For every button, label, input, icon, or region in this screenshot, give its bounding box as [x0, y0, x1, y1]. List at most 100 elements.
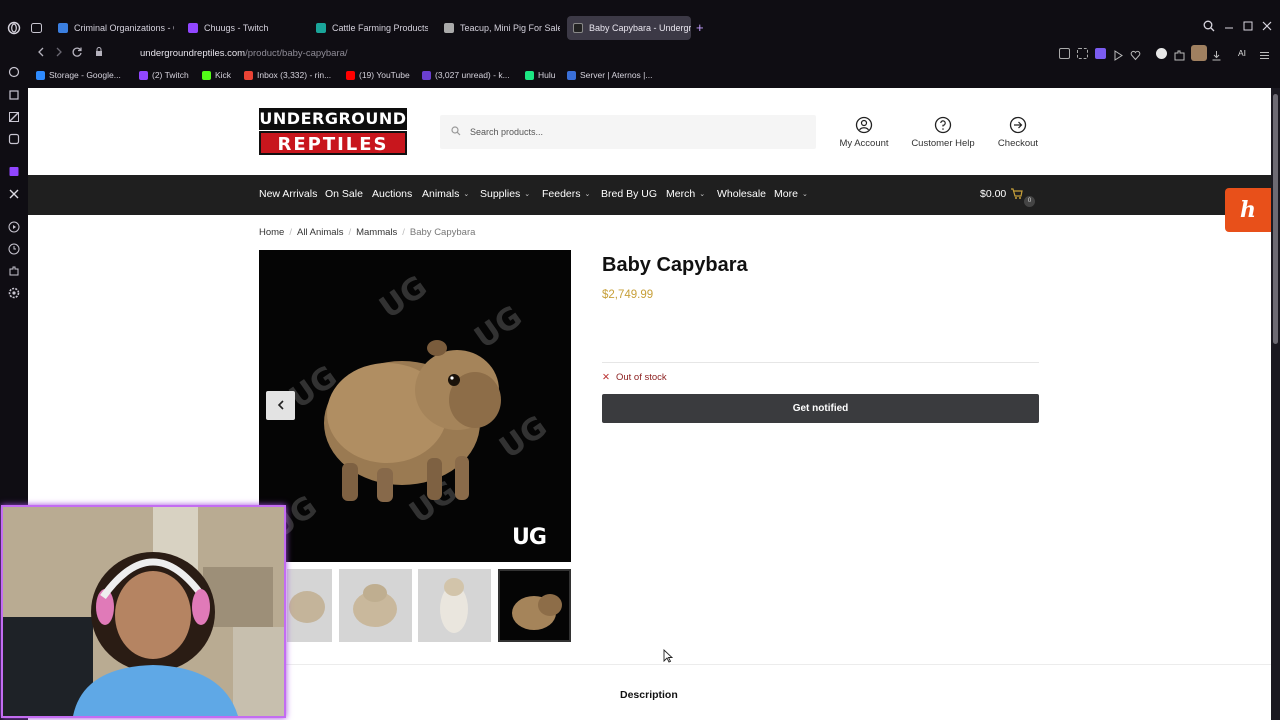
settings-icon[interactable] [7, 287, 21, 301]
bookmarks-icon[interactable] [7, 89, 21, 103]
breadcrumb-separator: / [348, 227, 352, 238]
minimize-icon[interactable] [1224, 20, 1234, 35]
google-drive-favicon-icon [58, 23, 68, 33]
tab-criminal-organizations[interactable]: Criminal Organizations - G [52, 16, 174, 40]
pocket-icon[interactable] [1095, 48, 1106, 59]
extensions-icon[interactable] [7, 265, 21, 279]
product-thumbnail-active[interactable] [498, 569, 571, 642]
new-tab-button[interactable]: + [696, 16, 704, 40]
page-scrollbar[interactable] [1271, 88, 1280, 720]
nav-label: Wholesale [717, 188, 767, 200]
product-thumbnail[interactable] [287, 569, 332, 642]
nav-merch[interactable]: Merch ⌄ [666, 188, 705, 200]
nav-label: Supplies [480, 188, 521, 200]
history-icon[interactable] [7, 243, 21, 257]
nav-supplies[interactable]: Supplies ⌄ [480, 188, 530, 200]
bookmark-kick[interactable]: Kick [202, 70, 231, 80]
maximize-icon[interactable] [1243, 20, 1253, 35]
bookmark-label: Server | Aternos |... [580, 70, 653, 80]
profile-avatar[interactable] [1191, 45, 1207, 61]
player-icon[interactable] [7, 221, 21, 235]
back-icon[interactable] [36, 46, 46, 61]
forward-icon[interactable] [54, 46, 64, 61]
extensions-puzzle-icon[interactable] [1174, 48, 1185, 61]
notes-icon[interactable] [7, 111, 21, 125]
bookmark-twitch[interactable]: (2) Twitch [139, 70, 189, 80]
image-prev-button[interactable] [266, 391, 295, 420]
product-thumbnail[interactable] [339, 569, 412, 642]
breadcrumb-home[interactable]: Home [259, 227, 284, 238]
bookmark-hulu[interactable]: Hulu [525, 70, 555, 80]
breadcrumb-all-animals[interactable]: All Animals [297, 227, 343, 238]
tab-label: Chuugs - Twitch [204, 23, 269, 33]
bookmark-mail[interactable]: (3,027 unread) - k... [422, 70, 510, 80]
screenshot-icon[interactable] [1077, 48, 1088, 59]
snapshot-icon[interactable] [1059, 48, 1070, 59]
cart-button[interactable]: $0.00 0 [980, 188, 1035, 207]
honey-extension-button[interactable]: h [1225, 188, 1271, 232]
bookmark-aternos[interactable]: Server | Aternos |... [567, 70, 652, 80]
main-navigation: New Arrivals On Sale Auctions Animals ⌄ S… [28, 175, 1271, 215]
bookmark-youtube[interactable]: (19) YouTube [346, 70, 410, 80]
page-favicon-icon [444, 23, 454, 33]
kick-favicon-icon [202, 71, 211, 80]
nav-on-sale[interactable]: On Sale [325, 188, 363, 200]
breadcrumb-mammals[interactable]: Mammals [356, 227, 397, 238]
my-account-link[interactable]: My Account [833, 116, 895, 149]
close-icon: ✕ [602, 372, 610, 383]
tab-teacup-mini-pig[interactable]: Teacup, Mini Pig For Sale [438, 16, 560, 40]
scrollbar-thumb[interactable] [1273, 94, 1278, 344]
ug-watermark-badge: UG [512, 525, 547, 550]
breadcrumb-current: Baby Capybara [409, 227, 476, 238]
get-notified-button[interactable]: Get notified [602, 394, 1039, 423]
nav-animals[interactable]: Animals ⌄ [422, 188, 469, 200]
download-icon[interactable] [1211, 48, 1222, 61]
tab-description[interactable]: Description [620, 689, 678, 701]
heart-icon[interactable] [1130, 48, 1141, 61]
user-icon [855, 116, 873, 134]
menu-icon[interactable] [1259, 48, 1270, 59]
nav-label: Auctions [372, 188, 413, 200]
site-logo[interactable]: UNDERGROUND REPTILES [259, 108, 407, 155]
messenger-icon[interactable] [7, 133, 21, 147]
tab-label: Baby Capybara - Undergr [589, 23, 691, 33]
nav-auctions[interactable]: Auctions [372, 188, 412, 200]
product-main-image[interactable]: UG UG UG UG UG UG UG [259, 250, 571, 562]
stock-status: ✕ Out of stock [602, 372, 667, 383]
x-twitter-icon[interactable] [7, 188, 21, 202]
bookmark-google-drive[interactable]: Storage - Google... [36, 70, 121, 80]
speed-dial-icon[interactable] [7, 66, 21, 80]
bookmark-gmail[interactable]: Inbox (3,332) - rin... [244, 70, 331, 80]
opera-logo-icon[interactable] [7, 21, 21, 35]
url-field[interactable]: undergroundreptiles.com/product/baby-cap… [140, 48, 348, 59]
lock-icon[interactable] [94, 46, 104, 61]
twitch-icon[interactable] [7, 166, 21, 180]
tab-baby-capybara[interactable]: Baby Capybara - Undergr [567, 16, 691, 40]
url-host: undergroundreptiles.com [140, 48, 246, 59]
nav-new-arrivals[interactable]: New Arrivals [259, 188, 317, 200]
close-window-icon[interactable] [1262, 20, 1272, 35]
checkout-link[interactable]: Checkout [993, 116, 1043, 149]
tab-chuugs-twitch[interactable]: Chuugs - Twitch [182, 16, 300, 40]
ai-button[interactable]: AI [1230, 48, 1252, 59]
flow-play-icon[interactable] [1113, 48, 1124, 61]
vpn-badge-icon[interactable] [1156, 48, 1167, 59]
customer-help-link[interactable]: Customer Help [908, 116, 978, 149]
search-icon [451, 126, 461, 136]
tab-label: Criminal Organizations - G [74, 23, 174, 33]
product-thumbnail[interactable] [418, 569, 491, 642]
bookmark-label: (3,027 unread) - k... [435, 70, 510, 80]
nav-feeders[interactable]: Feeders ⌄ [542, 188, 590, 200]
tab-islands-icon[interactable] [26, 16, 46, 40]
url-path: /product/baby-capybara/ [245, 48, 348, 59]
search-input[interactable] [470, 124, 800, 140]
tab-cattle-farming[interactable]: Cattle Farming Products | [310, 16, 428, 40]
reload-icon[interactable] [71, 46, 83, 61]
nav-bred-by-ug[interactable]: Bred By UG [601, 188, 657, 200]
logo-top-text: UNDERGROUND [259, 108, 407, 130]
nav-wholesale[interactable]: Wholesale [717, 188, 766, 200]
nav-label: Bred By UG [601, 188, 658, 200]
tab-search-icon[interactable] [1203, 20, 1215, 35]
tab-label: Cattle Farming Products | [332, 23, 428, 33]
nav-more[interactable]: More ⌄ [774, 188, 808, 200]
